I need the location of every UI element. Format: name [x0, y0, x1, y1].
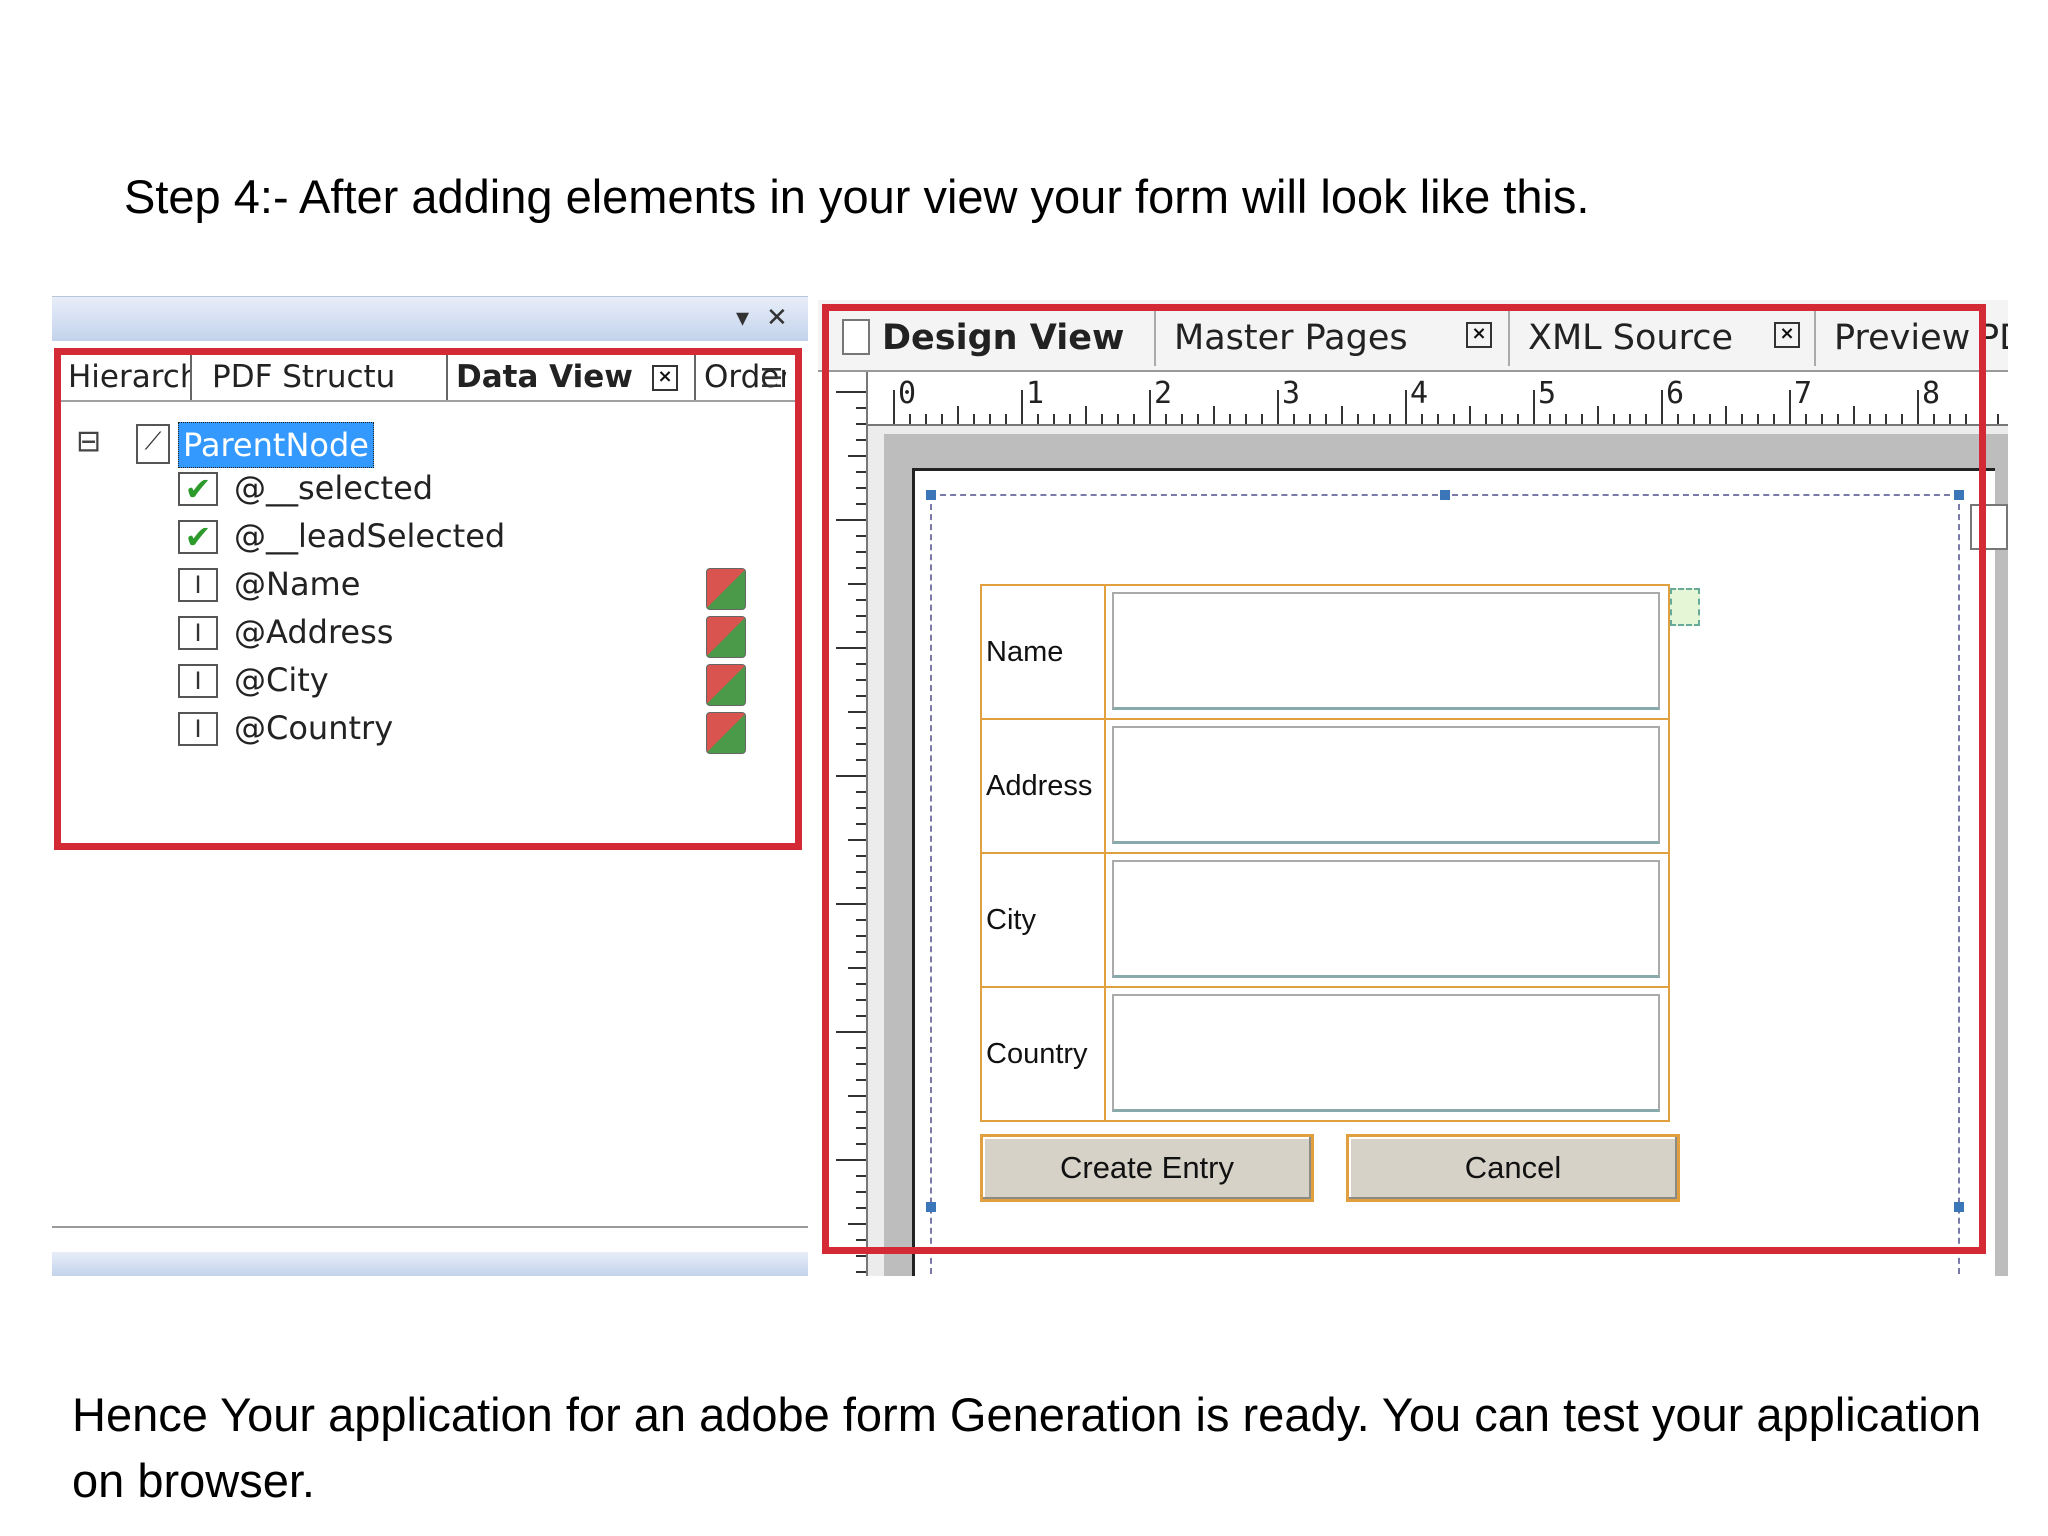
collapse-icon[interactable]: ⊟ — [76, 424, 101, 459]
pin-icon[interactable]: ▾ — [736, 303, 749, 333]
tab-preview[interactable]: Preview — [1814, 310, 1970, 366]
field-label: Country — [986, 988, 1106, 1120]
data-view-panel: ▾ ✕ Hierarch PDF Structu Data View × Ord… — [52, 296, 808, 1276]
tab-label: XML Source — [1528, 318, 1734, 358]
tab-data-view[interactable]: Data View × — [456, 354, 688, 400]
vertical-ruler — [818, 372, 868, 1276]
step-caption: Step 4:- After adding elements in your v… — [124, 170, 1590, 223]
menu-icon[interactable]: ☰ — [760, 364, 783, 394]
country-field[interactable] — [1112, 994, 1660, 1112]
form-row-address: Address — [982, 720, 1668, 854]
conclusion-caption: Hence Your application for an adobe form… — [72, 1388, 1982, 1507]
tab-label: PDF Structu — [212, 359, 396, 395]
text-field-icon: I — [178, 616, 218, 650]
tab-xml-source[interactable]: XML Source — [1508, 310, 1733, 366]
page-icon — [1670, 588, 1700, 626]
ruler-label: 0 — [898, 376, 917, 411]
text-field-icon: I — [178, 664, 218, 698]
tree-item-label: @Name — [234, 565, 361, 603]
tab-label: Preview — [1834, 318, 1971, 358]
binding-icon[interactable] — [706, 664, 746, 706]
resize-handle[interactable] — [1440, 490, 1450, 500]
check-icon: ✔ — [178, 520, 218, 554]
tab-pdf-structure[interactable]: PDF Structu — [196, 354, 448, 400]
tab-label: Hierarch — [68, 359, 192, 395]
design-panel: Design View Master Pages × XML Source × … — [818, 300, 2008, 1276]
tree-root-label: ParentNode — [178, 422, 374, 468]
panel-divider — [52, 1226, 808, 1228]
tab-label: Data View — [456, 359, 633, 395]
resize-handle[interactable] — [1954, 490, 1964, 500]
form-fields-table: Name Address City Country — [980, 584, 1670, 1122]
tree-item[interactable]: I @Address — [60, 610, 760, 658]
text-field-icon: I — [178, 568, 218, 602]
city-field[interactable] — [1112, 860, 1660, 978]
binding-icon[interactable] — [706, 616, 746, 658]
ruler-label: 8 — [1922, 376, 1941, 411]
tab-hierarchy[interactable]: Hierarch — [68, 354, 192, 400]
lower-panel-title-bar — [52, 1252, 808, 1276]
form-row-city: City — [982, 854, 1668, 988]
tab-pdf[interactable]: PD — [1978, 310, 2008, 366]
tree-item-label: @City — [234, 661, 329, 699]
close-icon[interactable]: × — [1774, 322, 1800, 348]
tab-label: Master Pages — [1174, 318, 1408, 358]
close-icon[interactable]: ✕ — [766, 303, 788, 333]
tree-item-label: @Address — [234, 613, 394, 651]
ruler-label: 2 — [1154, 376, 1173, 411]
ruler-label: 3 — [1282, 376, 1301, 411]
panel-tabs: Hierarch PDF Structu Data View × Order ☰ — [60, 346, 800, 402]
tree-item[interactable]: I @City — [60, 658, 760, 706]
page-icon — [842, 319, 870, 355]
text-field-icon: I — [178, 712, 218, 746]
check-icon: ✔ — [178, 472, 218, 506]
tree-item-label: @__leadSelected — [234, 517, 506, 555]
tree-item[interactable]: I @Name — [60, 562, 760, 610]
page-icon — [1970, 504, 2008, 550]
tab-master-pages[interactable]: Master Pages — [1154, 310, 1408, 366]
resize-handle[interactable] — [926, 490, 936, 500]
binding-icon[interactable] — [706, 568, 746, 610]
field-label: Address — [986, 720, 1106, 852]
name-field[interactable] — [1112, 592, 1660, 710]
tree-item[interactable]: ✔ @__selected — [60, 466, 760, 510]
cancel-button[interactable]: Cancel — [1346, 1134, 1680, 1202]
designer-tabs: Design View Master Pages × XML Source × … — [818, 300, 2008, 372]
horizontal-ruler: 0 1 2 3 4 5 6 7 8 — [866, 372, 2008, 426]
tree-item-label: @Country — [234, 709, 394, 747]
ruler-label: 7 — [1794, 376, 1813, 411]
tree-item-label: @__selected — [234, 469, 434, 507]
tab-design-view[interactable]: Design View — [842, 310, 1124, 366]
resize-handle[interactable] — [926, 1202, 936, 1212]
field-label: City — [986, 854, 1106, 986]
panel-title-bar: ▾ ✕ — [52, 296, 808, 341]
create-entry-button[interactable]: Create Entry — [980, 1134, 1314, 1202]
address-field[interactable] — [1112, 726, 1660, 844]
form-row-name: Name — [982, 586, 1668, 720]
tree-root[interactable]: ⊟ ⟋ ParentNode — [60, 420, 760, 468]
field-label: Name — [986, 586, 1106, 718]
ruler-label: 6 — [1666, 376, 1685, 411]
node-icon: ⟋ — [136, 424, 170, 464]
tree-item[interactable]: ✔ @__leadSelected — [60, 514, 760, 558]
ruler-label: 1 — [1026, 376, 1045, 411]
close-icon[interactable]: × — [1466, 322, 1492, 348]
tree-item[interactable]: I @Country — [60, 706, 760, 754]
ruler-label: 4 — [1410, 376, 1429, 411]
close-icon[interactable]: × — [652, 365, 678, 391]
ruler-label: 5 — [1538, 376, 1557, 411]
data-tree: ⊟ ⟋ ParentNode ✔ @__selected ✔ @__leadSe… — [60, 404, 790, 804]
ruler-ticks — [836, 391, 866, 1273]
tab-label: Design View — [882, 318, 1125, 358]
binding-icon[interactable] — [706, 712, 746, 754]
form-row-country: Country — [982, 988, 1668, 1120]
resize-handle[interactable] — [1954, 1202, 1964, 1212]
tab-label: PD — [1978, 318, 2008, 358]
